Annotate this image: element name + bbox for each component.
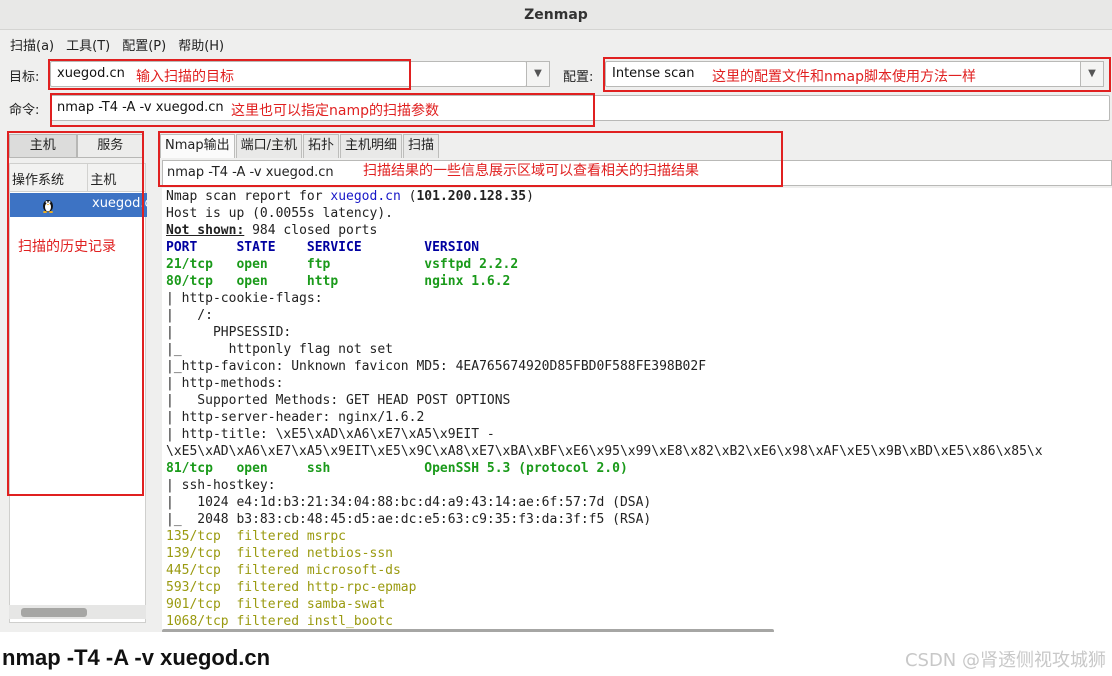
output-line: | http-cookie-flags: bbox=[162, 290, 1112, 307]
output-segment: 81/tcp open ssh OpenSSH 5.3 (protocol 2.… bbox=[166, 461, 628, 476]
output-line: |_ 2048 b3:83:cb:48:45:d5:ae:dc:e5:63:c9… bbox=[162, 511, 1112, 528]
output-line: \xE5\xAD\xA6\xE7\xA5\x9EIT\xE5\x9C\xA8\x… bbox=[162, 443, 1112, 460]
output-segment: \xE5\xAD\xA6\xE7\xA5\x9EIT\xE5\x9C\xA8\x… bbox=[166, 444, 1043, 459]
annotation-history-note: 扫描的历史记录 bbox=[18, 239, 116, 255]
output-segment: ) bbox=[526, 189, 534, 204]
nmap-output-text[interactable]: Nmap scan report for xuegod.cn (101.200.… bbox=[162, 188, 1112, 632]
annotation-box-history bbox=[7, 131, 144, 496]
output-line: 21/tcp open ftp vsftpd 2.2.2 bbox=[162, 256, 1112, 273]
menu-help[interactable]: 帮助(H) bbox=[172, 35, 230, 54]
output-segment: | 1024 e4:1d:b3:21:34:04:88:bc:d4:a9:43:… bbox=[166, 495, 652, 510]
output-line: Host is up (0.0055s latency). bbox=[162, 205, 1112, 222]
output-line: Nmap scan report for xuegod.cn (101.200.… bbox=[162, 188, 1112, 205]
output-segment: | http-cookie-flags: bbox=[166, 291, 323, 306]
menu-profile[interactable]: 配置(P) bbox=[116, 35, 172, 54]
output-line: | http-server-header: nginx/1.6.2 bbox=[162, 409, 1112, 426]
output-segment: |_ httponly flag not set bbox=[166, 342, 393, 357]
output-segment: |_http-favicon: Unknown favicon MD5: 4EA… bbox=[166, 359, 707, 374]
output-segment: PORT STATE SERVICE VERSION bbox=[166, 240, 480, 255]
output-line: Not shown: 984 closed ports bbox=[162, 222, 1112, 239]
output-segment: |_ 2048 b3:83:cb:48:45:d5:ae:dc:e5:63:c9… bbox=[166, 512, 652, 527]
output-segment: 21/tcp open ftp vsftpd 2.2.2 bbox=[166, 257, 519, 272]
output-line: | PHPSESSID: bbox=[162, 324, 1112, 341]
command-label: 命令: bbox=[9, 103, 40, 118]
output-segment: | http-title: \xE5\xAD\xA6\xE7\xA5\x9EIT… bbox=[166, 427, 495, 442]
menu-scan[interactable]: 扫描(a) bbox=[4, 35, 60, 54]
menu-bar: 扫描(a) 工具(T) 配置(P) 帮助(H) bbox=[0, 30, 1112, 58]
output-segment: | PHPSESSID: bbox=[166, 325, 292, 340]
caption-text: nmap -T4 -A -v xuegod.cn bbox=[2, 645, 271, 670]
output-line: 593/tcp filtered http-rpc-epmap bbox=[162, 579, 1112, 596]
output-segment: 80/tcp open http nginx 1.6.2 bbox=[166, 274, 511, 289]
target-label: 目标: bbox=[9, 70, 40, 85]
output-line: 80/tcp open http nginx 1.6.2 bbox=[162, 273, 1112, 290]
output-segment: | /: bbox=[166, 308, 213, 323]
output-line: |_http-favicon: Unknown favicon MD5: 4EA… bbox=[162, 358, 1112, 375]
output-segment: | http-methods: bbox=[166, 376, 284, 391]
output-segment: | ssh-hostkey: bbox=[166, 478, 276, 493]
output-segment: 445/tcp filtered microsoft-ds bbox=[166, 563, 401, 578]
output-line: | http-title: \xE5\xAD\xA6\xE7\xA5\x9EIT… bbox=[162, 426, 1112, 443]
output-segment: xuegod.cn bbox=[330, 189, 401, 204]
output-segment: 901/tcp filtered samba-swat bbox=[166, 597, 386, 612]
output-line: | ssh-hostkey: bbox=[162, 477, 1112, 494]
window-title: Zenmap bbox=[0, 0, 1112, 30]
output-line: | /: bbox=[162, 307, 1112, 324]
output-segment: 135/tcp filtered msrpc bbox=[166, 529, 347, 544]
output-line: 445/tcp filtered microsoft-ds bbox=[162, 562, 1112, 579]
output-segment: Nmap scan report for bbox=[166, 189, 331, 204]
annotation-output-note: 扫描结果的一些信息展示区域可以查看相关的扫描结果 bbox=[363, 163, 699, 179]
host-list-scrollbar[interactable] bbox=[9, 605, 146, 619]
watermark: CSDN @肾透侧视攻城狮 bbox=[904, 650, 1106, 671]
output-line: 139/tcp filtered netbios-ssn bbox=[162, 545, 1112, 562]
output-segment: ( bbox=[400, 189, 417, 204]
output-line: 81/tcp open ssh OpenSSH 5.3 (protocol 2.… bbox=[162, 460, 1112, 477]
output-segment: Host is up (0.0055s latency). bbox=[166, 206, 393, 221]
output-segment: | http-server-header: nginx/1.6.2 bbox=[166, 410, 425, 425]
output-segment: 984 closed ports bbox=[244, 223, 378, 238]
output-line: |_ httponly flag not set bbox=[162, 341, 1112, 358]
output-line: 901/tcp filtered samba-swat bbox=[162, 596, 1112, 613]
output-segment: 1068/tcp filtered instl_bootc bbox=[166, 614, 393, 629]
output-line: | Supported Methods: GET HEAD POST OPTIO… bbox=[162, 392, 1112, 409]
profile-label: 配置: bbox=[563, 70, 594, 85]
annotation-target-note: 输入扫描的目标 bbox=[136, 69, 234, 85]
output-line: 135/tcp filtered msrpc bbox=[162, 528, 1112, 545]
annotation-profile-note: 这里的配置文件和nmap脚本使用方法一样 bbox=[712, 69, 976, 85]
output-segment: 139/tcp filtered netbios-ssn bbox=[166, 546, 393, 561]
annotation-command-note: 这里也可以指定namp的扫描参数 bbox=[231, 103, 439, 119]
menu-tools[interactable]: 工具(T) bbox=[60, 35, 116, 54]
output-line: PORT STATE SERVICE VERSION bbox=[162, 239, 1112, 256]
target-dropdown-button[interactable]: ▼ bbox=[526, 61, 550, 87]
output-line: | http-methods: bbox=[162, 375, 1112, 392]
output-line: | 1024 e4:1d:b3:21:34:04:88:bc:d4:a9:43:… bbox=[162, 494, 1112, 511]
output-segment: Not shown: bbox=[166, 223, 245, 238]
output-segment: 101.200.128.35 bbox=[416, 189, 527, 204]
output-segment: | Supported Methods: GET HEAD POST OPTIO… bbox=[166, 393, 511, 408]
output-segment: 593/tcp filtered http-rpc-epmap bbox=[166, 580, 417, 595]
chevron-down-icon: ▼ bbox=[534, 68, 542, 79]
scrollbar-thumb[interactable] bbox=[21, 608, 87, 617]
